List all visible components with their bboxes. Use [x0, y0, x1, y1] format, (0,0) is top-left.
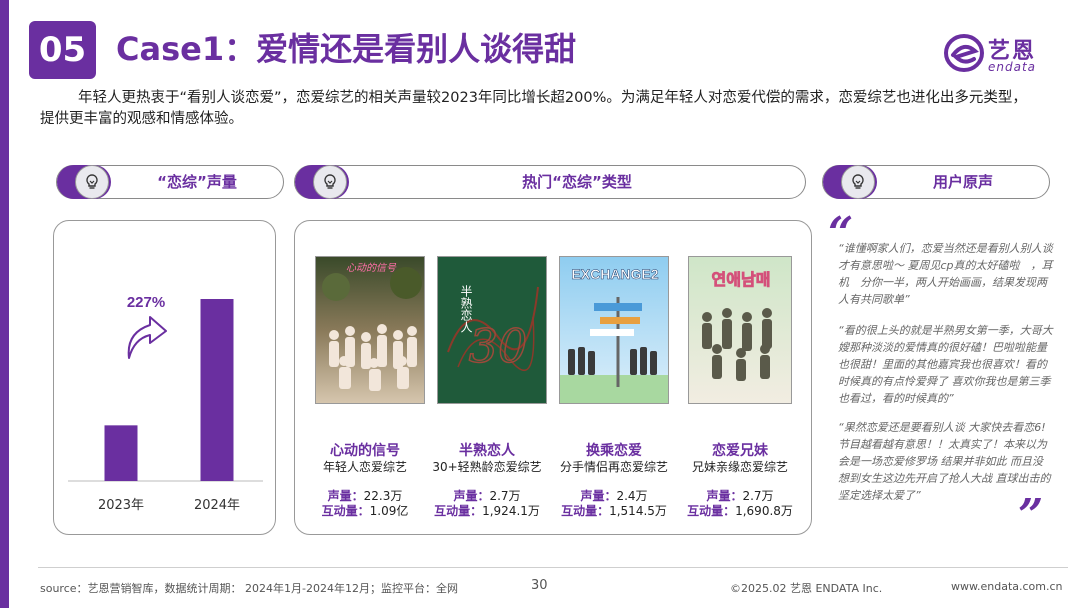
header-volume-label: “恋综”声量 [157, 173, 237, 191]
header-types: 热门“恋综”类型 [294, 165, 806, 199]
growth-annotation: 227% [127, 294, 165, 311]
footer-source: source：艺恩营销智库，数据统计周期： 2024年1月-2024年12月；监… [40, 582, 458, 595]
poster-show-4[interactable]: 연애남매 [688, 256, 792, 404]
header-volume: “恋综”声量 [56, 165, 284, 199]
x-tick-label: 2024年 [194, 498, 240, 513]
accent-side-bar [0, 0, 9, 608]
footer-url[interactable]: www.endata.com.cn [951, 580, 1063, 593]
show-1-name: 心动的信号 [330, 443, 400, 459]
volume-bar-chart: 2023年 2024年 227% [68, 294, 263, 513]
growth-arrow-icon [127, 316, 167, 359]
show-3-name: 换乘恋爱 [586, 443, 642, 459]
volume-chart-panel: 2023年 2024年 227% [53, 220, 276, 535]
lightbulb-icon [841, 165, 875, 199]
endata-logo-icon [944, 34, 984, 72]
footer-divider [38, 567, 1068, 568]
show-2-name: 半熟恋人 [459, 443, 515, 459]
show-2-subtitle: 30+轻熟龄恋爱综艺 [432, 460, 542, 474]
user-quote-2: “看的很上头的就是半熟男女第一季，大哥大嫂那种淡淡的爱情真的很好磕！巴啦啦能量也… [838, 324, 1053, 405]
user-quote-1: “谁懂啊家人们，恋爱当然还是看别人别人谈才有意思啦～ 夏周见cp真的太好磕啦 ，… [838, 242, 1053, 306]
show-3-interactions: 互动量：1,514.5万 [561, 504, 667, 518]
header-voices: 用户原声 [822, 165, 1050, 199]
show-4-subtitle: 兄妹亲缘恋爱综艺 [691, 460, 788, 474]
intro-paragraph: 年轻人更热衷于“看别人谈恋爱”，恋爱综艺的相关声量较2023年同比增长超200%… [40, 90, 1027, 127]
show-3-subtitle: 分手情侣再恋爱综艺 [559, 460, 668, 474]
poster-1-title: 心动的信号 [346, 262, 397, 274]
brand-logo[interactable]: 艺恩 endata [944, 33, 1054, 75]
svg-text:30: 30 [469, 319, 528, 373]
poster-show-3[interactable]: EXCHANGE2 [559, 256, 669, 404]
lightbulb-icon [313, 165, 347, 199]
poster-3-title: EXCHANGE2 [571, 266, 658, 282]
bar-2023年 [104, 425, 138, 481]
page-number: 30 [531, 578, 548, 593]
page-title: Case1：爱情还是看别人谈得甜 [116, 30, 577, 68]
show-2-interactions: 互动量：1,924.1万 [434, 504, 540, 518]
show-4-name: 恋爱兄妹 [712, 443, 768, 459]
section-number: 05 [29, 21, 96, 79]
poster-2-title: 半熟恋人 [459, 285, 473, 333]
poster-4-title: 연애남매 [712, 270, 771, 289]
header-voices-label: 用户原声 [932, 173, 993, 191]
logo-text-en: endata [988, 60, 1037, 74]
footer-copyright: ©2025.02 艺恩 ENDATA Inc. [730, 582, 883, 595]
show-1-subtitle: 年轻人恋爱综艺 [322, 460, 407, 474]
header-types-label: 热门“恋综”类型 [522, 173, 632, 191]
lightbulb-icon [75, 165, 109, 199]
show-1-interactions: 互动量：1.09亿 [321, 504, 409, 518]
bar-2024年 [200, 299, 234, 481]
poster-show-2[interactable]: 30 半熟恋人 [437, 256, 547, 404]
close-quote-icon: ” [1018, 490, 1044, 541]
x-tick-label: 2023年 [98, 498, 144, 513]
poster-show-1[interactable]: 心动的信号 [315, 256, 425, 404]
show-4-interactions: 互动量：1,690.8万 [687, 504, 793, 518]
